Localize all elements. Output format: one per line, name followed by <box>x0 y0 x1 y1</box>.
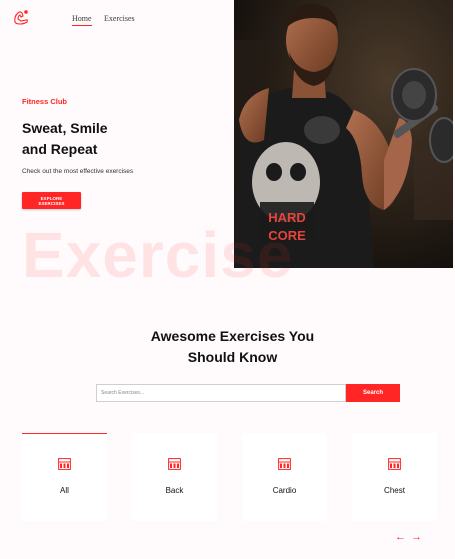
category-label: Cardio <box>272 486 297 495</box>
hero-title: Sweat, Smile and Repeat <box>22 118 222 160</box>
section-title: Awesome Exercises You Should Know <box>0 326 455 368</box>
hero-title-line-1: Sweat, Smile <box>22 120 108 136</box>
category-card-back[interactable]: Back <box>132 433 217 521</box>
category-card-all[interactable]: All <box>22 433 107 521</box>
hero-subtitle: Fitness Club <box>22 97 68 106</box>
background-word: Exercise <box>22 219 294 291</box>
search-button[interactable]: Search <box>346 384 400 402</box>
search-bar: Search <box>96 384 400 402</box>
nav-link-exercises[interactable]: Exercises <box>104 14 135 23</box>
explore-exercises-button[interactable]: EXPLORE EXERCISES <box>22 192 81 209</box>
gym-logo-icon[interactable] <box>12 8 32 26</box>
category-card-cardio[interactable]: Cardio <box>242 433 327 521</box>
arrow-left-icon[interactable]: ← <box>395 531 406 543</box>
navbar: Home Exercises <box>0 0 234 40</box>
hero-description: Check out the most effective exercises <box>22 168 134 175</box>
section-title-line-1: Awesome Exercises You <box>150 328 315 344</box>
nav-link-home[interactable]: Home <box>72 14 92 26</box>
category-label: Chest <box>384 486 405 495</box>
category-card-chest[interactable]: Chest <box>352 433 437 521</box>
gym-icon <box>278 458 291 470</box>
arrow-right-icon[interactable]: → <box>411 531 422 543</box>
gym-icon <box>168 458 181 470</box>
search-input[interactable] <box>96 384 346 402</box>
gym-icon <box>58 458 71 470</box>
hero-title-line-2: and Repeat <box>22 141 98 157</box>
section-title-line-2: Should Know <box>187 349 278 365</box>
category-label: Back <box>165 486 184 495</box>
gym-icon <box>388 458 401 470</box>
category-label: All <box>60 486 69 495</box>
